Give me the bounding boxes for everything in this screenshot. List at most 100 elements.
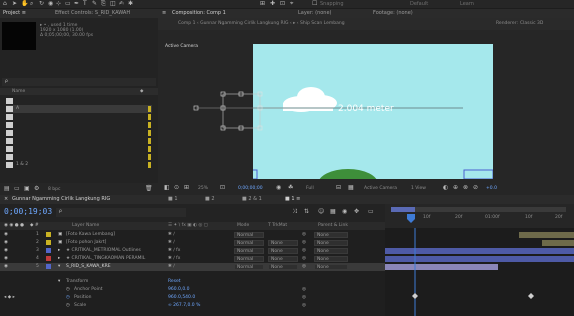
pick-whip-icon[interactable]: ◎: [302, 303, 306, 308]
label-column-icon[interactable]: ◆: [140, 89, 143, 94]
pen-tool-icon[interactable]: ✒: [74, 1, 80, 7]
pick-whip-icon[interactable]: ◎: [302, 287, 306, 292]
reset-exposure-icon[interactable]: ◐: [443, 185, 449, 191]
camera-tool-icon[interactable]: ◉: [48, 1, 54, 7]
expand-arrow-icon[interactable]: ▾: [58, 264, 60, 269]
project-item[interactable]: [6, 97, 152, 105]
graph-toggle-icon[interactable]: ▭: [368, 209, 374, 215]
workspace-default[interactable]: Default: [410, 1, 428, 7]
exposure-value[interactable]: +0.0: [486, 186, 497, 191]
comp-flowchart-icon[interactable]: ⤨: [292, 209, 298, 215]
label-swatch[interactable]: [46, 264, 51, 269]
tab-timeline-5[interactable]: ■ 1 ≡: [285, 196, 300, 202]
close-tab-icon[interactable]: ×: [4, 196, 8, 202]
label-column-icon[interactable]: ◆ #: [30, 223, 39, 228]
project-item[interactable]: [6, 145, 152, 153]
tab-timeline-3[interactable]: ■ 2: [205, 196, 215, 202]
home-icon[interactable]: ⌂: [3, 1, 9, 7]
visibility-icon[interactable]: ◉: [4, 256, 8, 261]
stopwatch-icon[interactable]: ◷: [66, 287, 70, 292]
rotate-tool-icon[interactable]: ↻: [39, 1, 45, 7]
pick-whip-icon[interactable]: ◎: [302, 248, 306, 253]
project-search-input[interactable]: ρ: [2, 78, 156, 86]
layer-name[interactable]: S_RID_S_KAWA_KRE: [66, 264, 111, 269]
project-item[interactable]: [6, 121, 152, 129]
settings-icon[interactable]: ⚙: [34, 186, 40, 192]
parent-dropdown[interactable]: None: [314, 264, 348, 270]
column-trkmat[interactable]: T TrkMat: [268, 223, 287, 228]
table-row[interactable]: ◉ 4 ▸ ★ CRITIKAL_TINGKAOMAN PERAMIL ✱ ∕ …: [0, 255, 385, 263]
tab-timeline-4[interactable]: ■ 2 & 1: [242, 196, 262, 202]
table-row[interactable]: ◉ 2 ▣ [Foto pohon Jakrt] ✱ ∕ Normal None…: [0, 239, 385, 247]
selection-tool-icon[interactable]: ➤: [12, 1, 18, 7]
trkmat-dropdown[interactable]: None: [268, 248, 298, 254]
table-row[interactable]: ◉ 3 ▸ ★ CRITIKAL_METRIOMAL Outlines ✱ ∕ …: [0, 247, 385, 255]
expand-arrow-icon[interactable]: ▸: [58, 248, 60, 253]
region-of-interest-icon[interactable]: ◧: [164, 185, 170, 191]
parent-dropdown[interactable]: None: [314, 256, 348, 262]
visibility-icon[interactable]: ◉: [4, 240, 8, 245]
mode-dropdown[interactable]: Normal: [234, 264, 264, 270]
layer-name[interactable]: [Foto Kawa Lembang]: [66, 232, 115, 237]
snapping-checkbox-icon[interactable]: ☐: [312, 1, 318, 7]
tab-project[interactable]: Project ≡: [3, 10, 26, 16]
snapshot-icon[interactable]: ◉: [276, 185, 282, 191]
keyframe-navigator-icon[interactable]: ◂ ◆ ▸: [4, 295, 15, 300]
tab-timeline-main[interactable]: Gunnar Ngamming Cirlik Langkung RIG: [12, 196, 110, 202]
tab-timeline-2[interactable]: ■ 1: [168, 196, 178, 202]
new-composition-icon[interactable]: ▣: [24, 186, 30, 192]
show-channel-icon[interactable]: ☘: [288, 185, 294, 191]
draft-3d-icon[interactable]: ⊘: [473, 185, 479, 191]
current-time-display[interactable]: 0;00;00;00: [238, 186, 263, 191]
playhead[interactable]: [407, 214, 415, 228]
layer-name[interactable]: ★ CRITIKAL_METRIOMAL Outlines: [66, 248, 141, 253]
frame-blending-icon[interactable]: ▦: [330, 209, 336, 215]
project-item[interactable]: [6, 129, 152, 137]
puppet-tool-icon[interactable]: ✱: [128, 1, 134, 7]
column-name[interactable]: Name: [12, 89, 25, 94]
parent-dropdown[interactable]: None: [314, 248, 348, 254]
camera-dropdown[interactable]: Active Camera: [364, 186, 397, 191]
visibility-icon[interactable]: ◉: [4, 232, 8, 237]
label-swatch[interactable]: [46, 248, 51, 253]
pick-whip-icon[interactable]: ◎: [302, 232, 306, 237]
align-icon[interactable]: ⊞: [260, 1, 266, 7]
timeline-timecode[interactable]: 0;00;19;03: [4, 207, 52, 216]
expand-arrow-icon[interactable]: ▸: [58, 256, 60, 261]
mode-dropdown[interactable]: Normal: [234, 256, 264, 262]
pick-whip-icon[interactable]: ◎: [302, 240, 306, 245]
transform-expand-icon[interactable]: ▾: [58, 279, 60, 284]
project-item[interactable]: [6, 153, 152, 161]
column-mode[interactable]: Mode: [237, 223, 249, 228]
fit-icon[interactable]: ⊡: [220, 185, 226, 191]
graph-editor-icon[interactable]: ✥: [354, 209, 360, 215]
column-layer-name[interactable]: Layer Name: [72, 223, 99, 228]
layer-name[interactable]: ★ CRITIKAL_TINGKAOMAN PERAMIL: [66, 256, 145, 261]
property-value[interactable]: 960.0,0.0: [168, 287, 189, 292]
draft-3d-toggle-icon[interactable]: ⇅: [304, 209, 310, 215]
transparency-grid-icon[interactable]: ▦: [348, 185, 354, 191]
work-area-range[interactable]: [391, 207, 415, 212]
label-swatch[interactable]: [46, 232, 51, 237]
project-item[interactable]: [6, 137, 152, 145]
view-layout-dropdown[interactable]: 1 View: [411, 186, 426, 191]
label-swatch[interactable]: [46, 256, 51, 261]
trash-icon[interactable]: 🗑: [145, 186, 153, 192]
layer-name[interactable]: [Foto pohon Jakrt]: [66, 240, 106, 245]
clone-stamp-tool-icon[interactable]: ⎘: [101, 1, 107, 7]
project-item-selected[interactable]: A: [6, 105, 152, 113]
type-tool-icon[interactable]: T: [83, 1, 89, 7]
pick-whip-icon[interactable]: ◎: [302, 256, 306, 261]
hide-shy-icon[interactable]: ☺: [318, 209, 324, 215]
column-parent[interactable]: Parent & Link: [318, 223, 348, 228]
mask-visibility-icon[interactable]: ⊕: [453, 185, 459, 191]
roto-brush-tool-icon[interactable]: ✍: [119, 1, 125, 7]
transform-group-label[interactable]: Transform: [66, 279, 88, 284]
new-folder-icon[interactable]: ▭: [14, 186, 20, 192]
mode-dropdown[interactable]: Normal: [234, 232, 264, 238]
always-preview-icon[interactable]: ⊙: [174, 185, 180, 191]
interpret-footage-icon[interactable]: ▤: [4, 186, 10, 192]
anchor-icon[interactable]: ✚: [270, 1, 276, 7]
motion-blur-icon[interactable]: ◉: [342, 209, 348, 215]
trkmat-dropdown[interactable]: None: [268, 256, 298, 262]
